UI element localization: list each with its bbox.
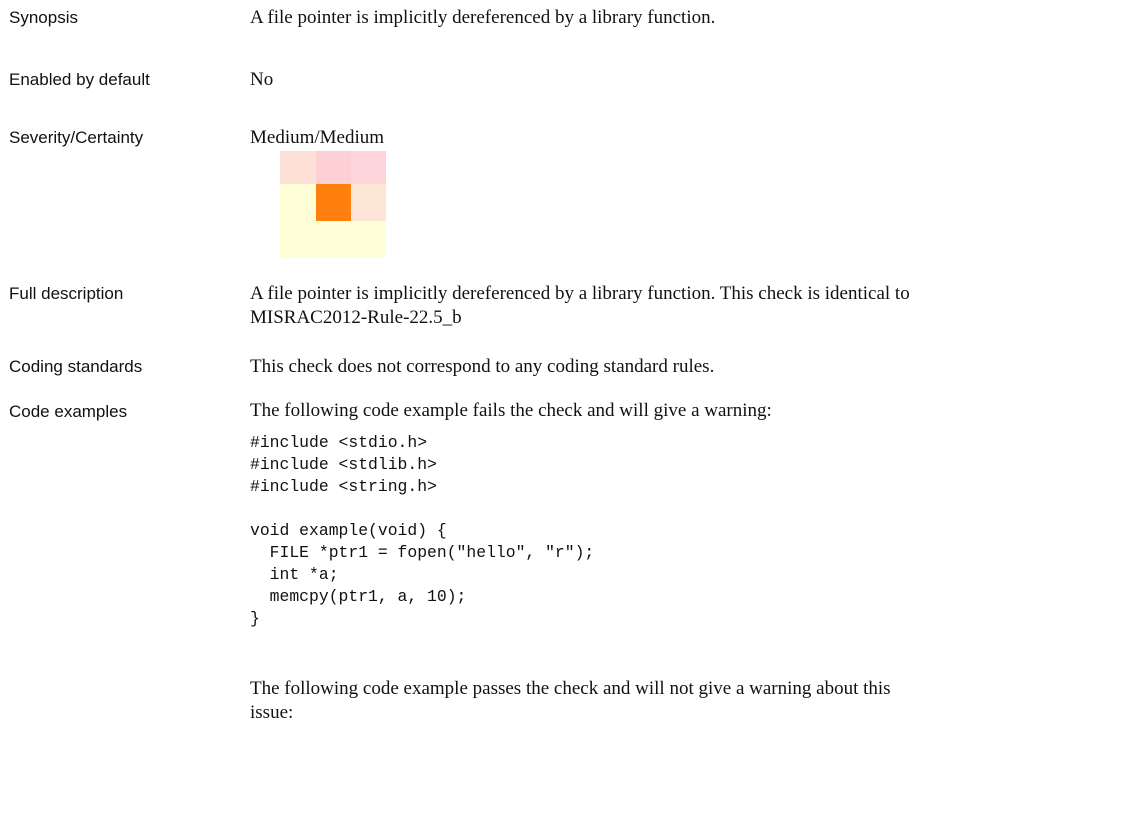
coding-standards-label: Coding standards <box>9 357 143 376</box>
fail-code-example: #include <stdio.h> #include <stdlib.h> #… <box>250 433 595 628</box>
severity-matrix-cell <box>316 184 351 221</box>
enabled-by-default-label: Enabled by default <box>9 70 150 89</box>
severity-matrix-cell <box>280 151 316 184</box>
enabled-by-default-value: No <box>250 69 274 90</box>
severity-matrix-cell <box>316 151 351 184</box>
severity-certainty-value: Medium/Medium <box>250 127 385 148</box>
severity-matrix-cell <box>351 151 386 184</box>
full-description-line-2: MISRAC2012-Rule-22.5_b <box>250 307 462 328</box>
synopsis-label: Synopsis <box>9 8 78 27</box>
full-description-line-1: A file pointer is implicitly dereference… <box>250 283 910 304</box>
fail-example-intro: The following code example fails the che… <box>250 400 772 421</box>
severity-matrix-cell <box>280 221 316 258</box>
severity-matrix-cell <box>351 221 386 258</box>
severity-matrix-cell <box>316 221 351 258</box>
pass-example-intro-line-2: issue: <box>250 702 294 723</box>
severity-certainty-label: Severity/Certainty <box>9 128 144 147</box>
severity-matrix-cell <box>351 184 386 221</box>
severity-matrix-cell <box>280 184 316 221</box>
synopsis-text: A file pointer is implicitly dereference… <box>250 7 716 28</box>
severity-matrix <box>280 151 386 258</box>
code-examples-label: Code examples <box>9 402 128 421</box>
full-description-label: Full description <box>9 284 124 303</box>
pass-example-intro-line-1: The following code example passes the ch… <box>250 678 891 699</box>
coding-standards-text: This check does not correspond to any co… <box>250 356 715 377</box>
